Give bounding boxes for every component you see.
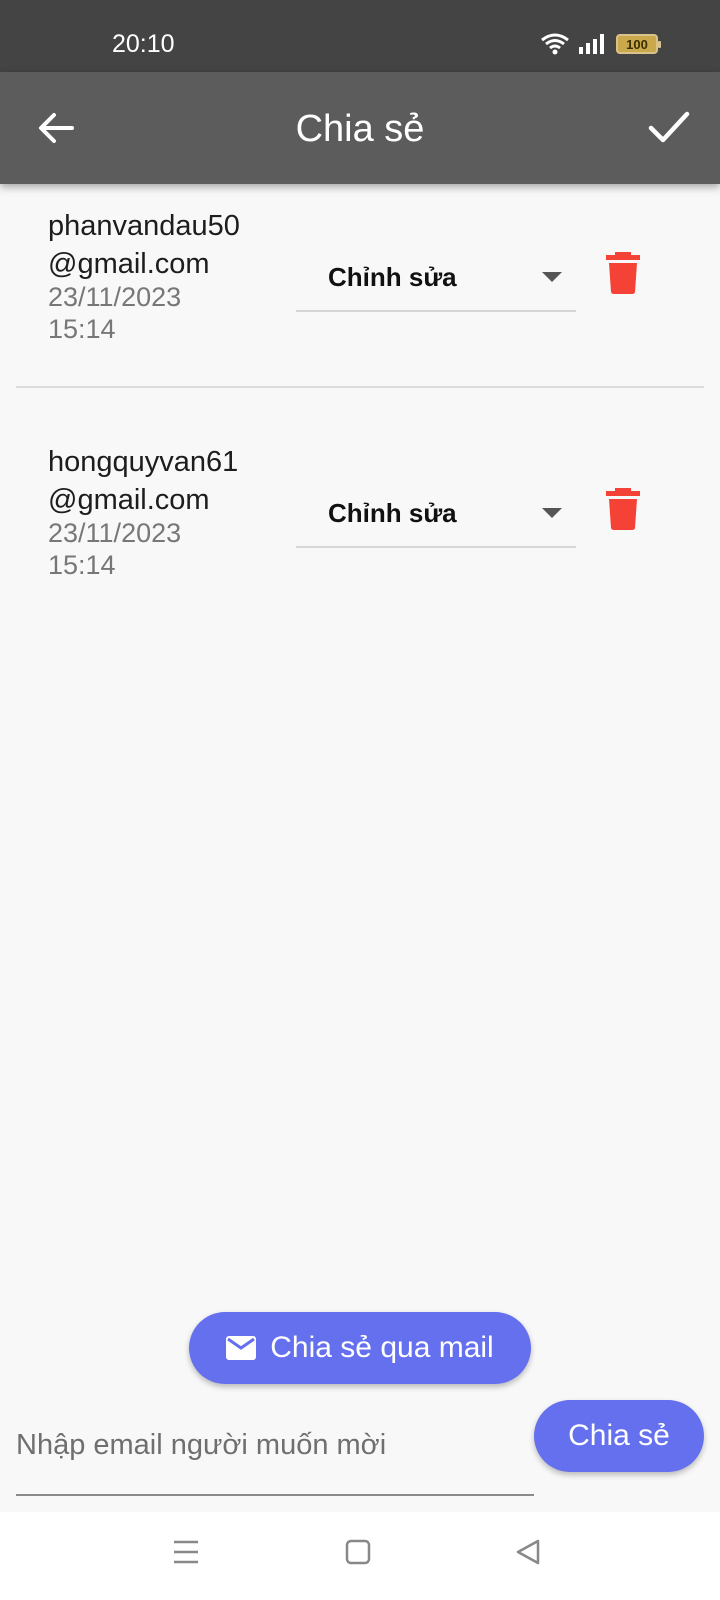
share-date: 23/11/2023 <box>48 282 182 312</box>
permission-value: Chỉnh sửa <box>328 498 457 528</box>
share-email-domain: @gmail.com <box>48 484 210 516</box>
dropdown-caret-icon <box>542 272 562 282</box>
permission-dropdown[interactable]: Chỉnh sửa <box>296 236 576 312</box>
invite-email-input[interactable] <box>16 1396 534 1496</box>
signal-icon <box>579 34 604 54</box>
permission-dropdown[interactable]: Chỉnh sửa <box>296 472 576 548</box>
share-date: 23/11/2023 <box>48 518 182 548</box>
share-email-domain: @gmail.com <box>48 248 210 280</box>
back-triangle-icon[interactable] <box>514 1538 542 1566</box>
share-email: hongquyvan61 <box>48 446 239 478</box>
status-time: 20:10 <box>112 30 175 58</box>
permission-value: Chỉnh sửa <box>328 262 457 292</box>
share-list-item: phanvandau50 @gmail.com 23/11/2023 15:14… <box>0 200 720 430</box>
status-bar: 20:10 100 <box>0 0 720 72</box>
dropdown-caret-icon <box>542 508 562 518</box>
wifi-icon <box>541 33 569 55</box>
menu-icon[interactable] <box>172 1538 200 1566</box>
share-time: 15:14 <box>48 314 116 344</box>
mail-icon <box>226 1336 257 1360</box>
system-nav-bar <box>0 1512 720 1600</box>
home-icon[interactable] <box>344 1538 372 1566</box>
page-title: Chia sẻ <box>295 108 425 150</box>
trash-icon[interactable] <box>606 252 640 294</box>
divider <box>16 386 704 388</box>
status-icons: 100 <box>540 32 661 56</box>
battery-level: 100 <box>626 36 648 52</box>
check-icon[interactable] <box>646 104 692 150</box>
battery-icon: 100 <box>616 34 661 54</box>
share-email: phanvandau50 <box>48 210 240 242</box>
trash-icon[interactable] <box>606 488 640 530</box>
app-bar: Chia sẻ <box>0 72 720 184</box>
share-via-mail-button[interactable]: Chia sẻ qua mail <box>189 1312 531 1384</box>
share-time: 15:14 <box>48 550 116 580</box>
share-list-item: hongquyvan61 @gmail.com 23/11/2023 15:14… <box>0 436 720 666</box>
share-via-mail-label: Chia sẻ qua mail <box>270 1331 494 1364</box>
share-button[interactable]: Chia sẻ <box>534 1400 704 1472</box>
